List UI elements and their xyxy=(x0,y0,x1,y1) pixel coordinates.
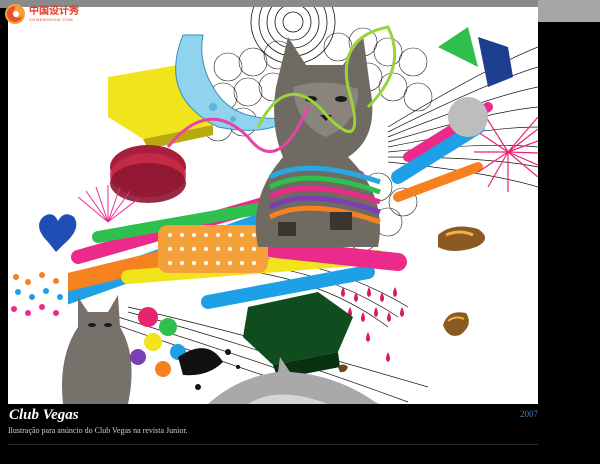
artwork-year[interactable]: 2007 xyxy=(520,409,538,419)
orange-dot-band xyxy=(158,225,268,273)
red-stack xyxy=(110,145,186,203)
logo-english-text: CNWEBSHOW.COM xyxy=(29,16,74,22)
site-logo[interactable]: 中国设计秀 CNWEBSHOW.COM xyxy=(4,3,79,25)
club-vegas-illustration xyxy=(8,7,538,404)
artwork-caption: Club Vegas 2007 Ilustração para anúncio … xyxy=(8,407,538,444)
logo-chinese-text: 中国设计秀 xyxy=(29,5,79,17)
caption-divider xyxy=(8,444,538,445)
swirl-logo-icon xyxy=(5,4,25,24)
artwork-description: Ilustração para anúncio do Club Vegas na… xyxy=(8,426,188,435)
artwork-image[interactable] xyxy=(8,7,538,404)
artwork-title: Club Vegas xyxy=(9,407,79,423)
top-strip-right xyxy=(538,0,600,22)
dotted-patch-left xyxy=(8,267,68,327)
gray-sphere xyxy=(448,97,488,137)
